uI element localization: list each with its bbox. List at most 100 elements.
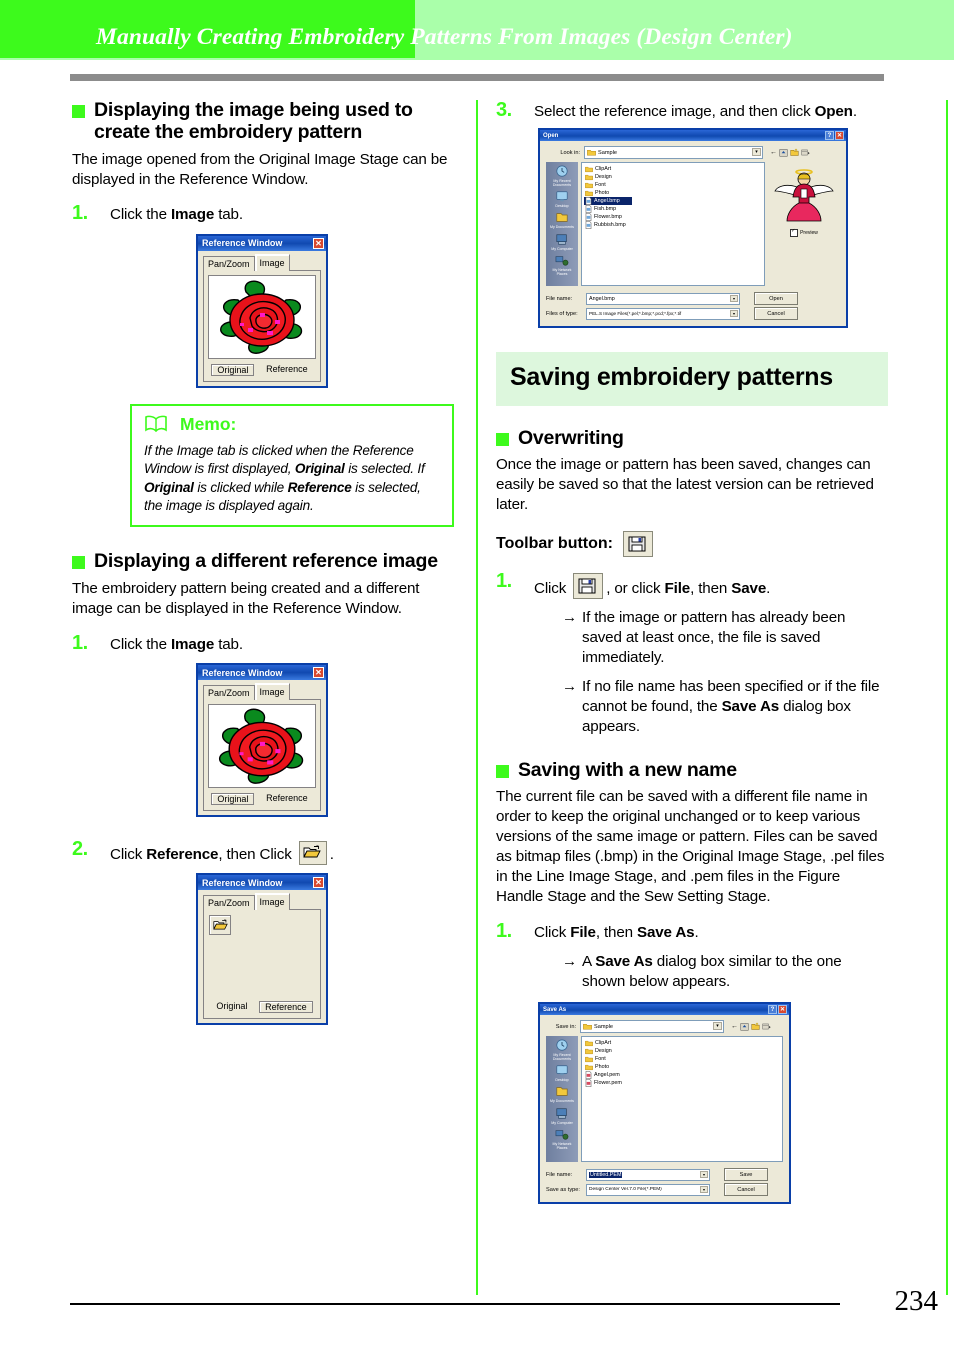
- list-item[interactable]: Design: [584, 173, 762, 181]
- list-item-selected[interactable]: Angel.bmp: [584, 197, 632, 206]
- places-bar: My Recent Documents Desktop My Documents…: [546, 1036, 578, 1162]
- new-folder-icon[interactable]: [751, 1022, 760, 1031]
- list-item[interactable]: ClipArt: [584, 1039, 780, 1047]
- open-button[interactable]: Open: [754, 292, 798, 306]
- item-name: Design: [595, 174, 612, 181]
- save-floppy-icon[interactable]: [623, 531, 653, 558]
- step-text-part: Click: [110, 846, 147, 864]
- list-item[interactable]: Photo: [584, 189, 762, 197]
- preview-checkbox-row[interactable]: Preview: [790, 228, 818, 238]
- arrow-note-text: A Save As dialog box similar to the one …: [582, 952, 888, 992]
- file-list[interactable]: ClipArt Design Font Photo: [581, 1036, 783, 1162]
- reference-button[interactable]: Reference: [261, 793, 313, 805]
- open-folder-icon[interactable]: [298, 841, 327, 866]
- place-item[interactable]: My Computer: [547, 233, 577, 251]
- save-button[interactable]: Save: [724, 1168, 768, 1181]
- tab-panzoom[interactable]: Pan/Zoom: [203, 895, 255, 911]
- close-icon[interactable]: ✕: [313, 667, 324, 679]
- filetype-combo[interactable]: PEL.S Image Files(*.pel;*.bmp;*.pcd;*.fp…: [586, 307, 740, 320]
- place-item[interactable]: My Network Places: [547, 254, 577, 276]
- chevron-down-icon[interactable]: ▾: [700, 1170, 708, 1178]
- chevron-down-icon[interactable]: ▾: [730, 294, 738, 302]
- place-item[interactable]: My Network Places: [547, 1128, 577, 1150]
- tab-image[interactable]: Image: [254, 893, 290, 911]
- chevron-down-icon[interactable]: ▾: [752, 148, 761, 157]
- step-text-part: Click the: [110, 206, 171, 224]
- cancel-button[interactable]: Cancel: [754, 307, 798, 321]
- back-icon[interactable]: ←: [731, 1023, 738, 1030]
- filename-label: File name:: [546, 1171, 573, 1178]
- tab-image[interactable]: Image: [254, 253, 290, 271]
- list-item[interactable]: Flower.pem: [584, 1079, 780, 1087]
- up-folder-icon[interactable]: [779, 148, 788, 157]
- filename-input[interactable]: Angel.bmp ▾: [586, 292, 740, 305]
- filename-row: File name: Angel.bmp ▾ Open: [546, 292, 840, 306]
- place-item[interactable]: My Recent Documents: [547, 1039, 577, 1061]
- views-icon[interactable]: [801, 148, 810, 157]
- place-item[interactable]: My Computer: [547, 1107, 577, 1125]
- help-icon[interactable]: ?: [768, 1005, 777, 1014]
- cancel-button[interactable]: Cancel: [724, 1183, 768, 1196]
- list-item[interactable]: Angel.pem: [584, 1071, 780, 1079]
- save-floppy-icon[interactable]: [573, 573, 604, 600]
- memo-text-part: is clicked while: [193, 479, 288, 495]
- list-item[interactable]: ClipArt: [584, 165, 762, 173]
- list-item[interactable]: Rubbish.bmp: [584, 221, 762, 229]
- back-icon[interactable]: ←: [770, 149, 777, 156]
- tab-panzoom[interactable]: Pan/Zoom: [203, 685, 255, 701]
- help-icon[interactable]: ?: [825, 131, 834, 141]
- original-button[interactable]: Original: [211, 793, 255, 806]
- close-icon[interactable]: ✕: [313, 237, 324, 249]
- place-item[interactable]: My Recent Documents: [547, 165, 577, 187]
- reference-button[interactable]: Reference: [259, 1001, 313, 1014]
- open-folder-icon[interactable]: [209, 915, 231, 936]
- savein-combo[interactable]: Sample ▾: [580, 1020, 724, 1033]
- place-item[interactable]: Desktop: [547, 190, 577, 208]
- original-button[interactable]: Original: [211, 363, 255, 376]
- arrow-note-text: If no file name has been specified or if…: [582, 677, 888, 737]
- filename-row: File name: Untitled.PEM ▾ Save: [546, 1168, 783, 1181]
- angel-image-graphic: [774, 169, 834, 222]
- reference-button[interactable]: Reference: [261, 364, 313, 376]
- chevron-down-icon[interactable]: ▾: [730, 309, 738, 317]
- list-item[interactable]: Photo: [584, 1063, 780, 1071]
- place-item[interactable]: My Documents: [547, 1085, 577, 1103]
- up-folder-icon[interactable]: [740, 1022, 749, 1031]
- tab-panzoom[interactable]: Pan/Zoom: [203, 255, 255, 271]
- section2-intro-text: The embroidery pattern being created and…: [72, 580, 420, 618]
- filename-input[interactable]: Untitled.PEM ▾: [586, 1168, 710, 1181]
- filetype-combo[interactable]: Design Center Ver.7.0 File(*.PEM) ▾: [586, 1183, 710, 1196]
- tab-filler: [289, 256, 321, 271]
- page-header-title: Manually Creating Embroidery Patterns Fr…: [96, 24, 793, 50]
- place-item[interactable]: My Documents: [547, 211, 577, 229]
- book-icon: [145, 415, 167, 433]
- filename-value: Angel.bmp: [589, 295, 615, 302]
- close-icon[interactable]: ✕: [313, 877, 324, 889]
- my-documents-icon: [556, 1087, 568, 1097]
- list-item[interactable]: Font: [584, 181, 762, 189]
- left-column: Displaying the image being used to creat…: [72, 99, 454, 1026]
- chevron-down-icon[interactable]: ▾: [700, 1185, 708, 1193]
- new-folder-icon[interactable]: [790, 148, 799, 157]
- views-icon[interactable]: [762, 1022, 771, 1031]
- preview-pane: Preview: [768, 162, 840, 286]
- open-dialog-figure: Open ? ✕ Look in: Sample ▾ ← My Recent D…: [538, 128, 888, 329]
- place-item[interactable]: Desktop: [547, 1064, 577, 1082]
- chevron-down-icon[interactable]: ▾: [713, 1022, 722, 1030]
- close-icon[interactable]: ✕: [835, 131, 844, 141]
- list-item[interactable]: Font: [584, 1055, 780, 1063]
- tab-image[interactable]: Image: [254, 683, 290, 701]
- step-number: 2.: [72, 838, 88, 861]
- lookin-combo[interactable]: Sample ▾: [584, 146, 763, 160]
- list-item[interactable]: Design: [584, 1047, 780, 1055]
- reference-window-dialog: Reference Window ✕ Pan/Zoom Image Origin…: [196, 663, 328, 818]
- overwriting-intro-text: Once the image or pattern has been saved…: [496, 456, 874, 514]
- original-button[interactable]: Original: [211, 1001, 252, 1013]
- list-item[interactable]: Fish.bmp: [584, 205, 762, 213]
- place-label: My Network Places: [552, 1141, 572, 1150]
- file-list[interactable]: ClipArt Design Font Photo: [581, 162, 765, 287]
- list-item[interactable]: Flower.bmp: [584, 213, 762, 221]
- step-number: 1.: [72, 202, 88, 225]
- close-icon[interactable]: ✕: [778, 1005, 787, 1014]
- checkbox-icon[interactable]: [790, 228, 799, 238]
